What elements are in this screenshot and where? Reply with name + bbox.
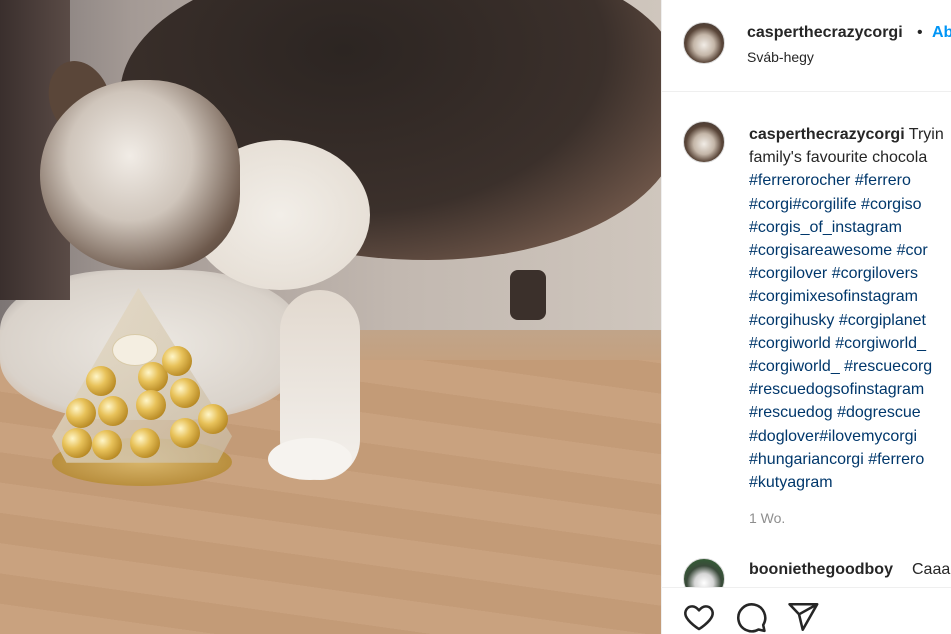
dog-back-leg	[510, 270, 546, 320]
chocolate-cone-box	[52, 288, 232, 488]
chocolate-ball	[98, 396, 128, 426]
comment-item: booniethegoodboy Caaa	[662, 550, 951, 600]
hashtag-line[interactable]: #corgisareawesome #cor	[749, 239, 951, 262]
post-media-video[interactable]	[0, 0, 661, 634]
hashtag-line[interactable]: #doglover#ilovemycorgi	[749, 425, 951, 448]
hashtag-line[interactable]: #corgihusky #corgiplanet	[749, 309, 951, 332]
caption-text-line: family's favourite chocola	[749, 149, 928, 167]
commenter-username-link[interactable]: booniethegoodboy	[749, 561, 893, 579]
post-timestamp[interactable]: 1 Wo.	[749, 510, 785, 526]
comment-button[interactable]	[734, 600, 768, 634]
chocolate-ball	[62, 428, 92, 458]
chocolate-ball	[86, 366, 116, 396]
hashtag-line[interactable]: #hungariancorgi #ferrero	[749, 448, 951, 471]
post-caption: casperthecrazycorgi Tryin family's favou…	[662, 92, 951, 587]
chocolate-ball	[198, 404, 228, 434]
caption-username-link[interactable]: casperthecrazycorgi	[749, 126, 905, 143]
hashtag-line[interactable]: #corgimixesofinstagram	[749, 285, 951, 308]
chocolate-ball	[170, 418, 200, 448]
follow-button[interactable]: Ab	[932, 24, 951, 42]
paper-plane-icon	[788, 602, 819, 632]
hashtag-list: #ferrerorocher #ferrero #corgi#corgilife …	[749, 169, 951, 494]
hashtag-line[interactable]: #rescuedogsofinstagram	[749, 378, 951, 401]
comment-text: Caaa	[912, 561, 951, 578]
location-link[interactable]: Sváb-hegy	[747, 49, 814, 65]
dog-paw	[268, 438, 352, 480]
separator-dot: •	[917, 24, 923, 41]
post-header: casperthecrazycorgi • Ab Sváb-hegy	[662, 0, 951, 92]
hashtag-line[interactable]: #corgis_of_instagram	[749, 216, 951, 239]
hashtag-line[interactable]: #kutyagram	[749, 471, 951, 494]
caption-avatar[interactable]	[683, 121, 725, 163]
post-side-panel: casperthecrazycorgi • Ab Sváb-hegy caspe…	[661, 0, 951, 634]
chocolate-ball	[170, 378, 200, 408]
hashtag-line[interactable]: #corgiworld #corgiworld_	[749, 332, 951, 355]
dog-head	[40, 80, 240, 270]
like-button[interactable]	[682, 600, 716, 634]
author-avatar[interactable]	[683, 22, 725, 64]
hashtag-line[interactable]: #rescuedog #dogrescue	[749, 401, 951, 424]
hashtag-line[interactable]: #ferrerorocher #ferrero	[749, 169, 951, 192]
chocolate-ball	[66, 398, 96, 428]
speech-bubble-icon	[737, 603, 767, 633]
share-button[interactable]	[786, 600, 820, 634]
hashtag-line[interactable]: #corgiworld_ #rescuecorg	[749, 355, 951, 378]
author-username-link[interactable]: casperthecrazycorgi	[747, 24, 903, 42]
heart-outline-icon	[684, 605, 714, 631]
chocolate-ball	[92, 430, 122, 460]
corgi-dog	[38, 0, 661, 320]
action-bar	[662, 587, 951, 634]
hashtag-line[interactable]: #corgi#corgilife #corgiso	[749, 193, 951, 216]
chocolate-ball	[130, 428, 160, 458]
chocolate-ball	[162, 346, 192, 376]
chocolate-ball	[136, 390, 166, 420]
hashtag-line[interactable]: #corgilover #corgilovers	[749, 262, 951, 285]
caption-text-start: Tryin	[908, 126, 944, 143]
caption-text: casperthecrazycorgi Tryin family's favou…	[749, 123, 951, 494]
